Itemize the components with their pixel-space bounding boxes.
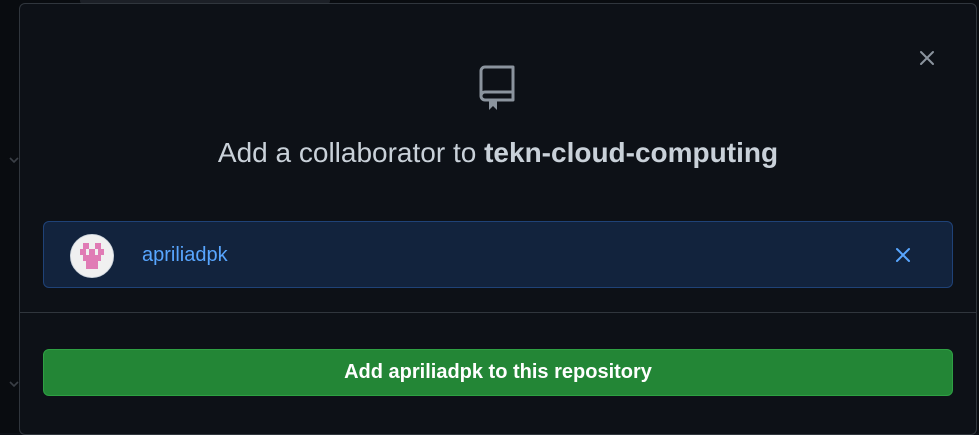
repo-icon xyxy=(479,65,515,110)
identicon-avatar xyxy=(71,235,113,277)
dialog-title: Add a collaborator to tekn-cloud-computi… xyxy=(20,137,976,169)
divider xyxy=(20,312,976,313)
close-icon[interactable] xyxy=(894,246,912,264)
selected-user-card: apriliadpk xyxy=(43,221,953,288)
avatar xyxy=(70,234,114,278)
repo-name: tekn-cloud-computing xyxy=(484,137,779,168)
add-collaborator-button[interactable]: Add apriliadpk to this repository xyxy=(43,349,953,396)
title-prefix: Add a collaborator to xyxy=(217,137,485,168)
add-collaborator-dialog: Add a collaborator to tekn-cloud-computi… xyxy=(19,3,977,435)
collaborator-username: apriliadpk xyxy=(142,244,228,266)
close-icon[interactable] xyxy=(916,47,938,69)
